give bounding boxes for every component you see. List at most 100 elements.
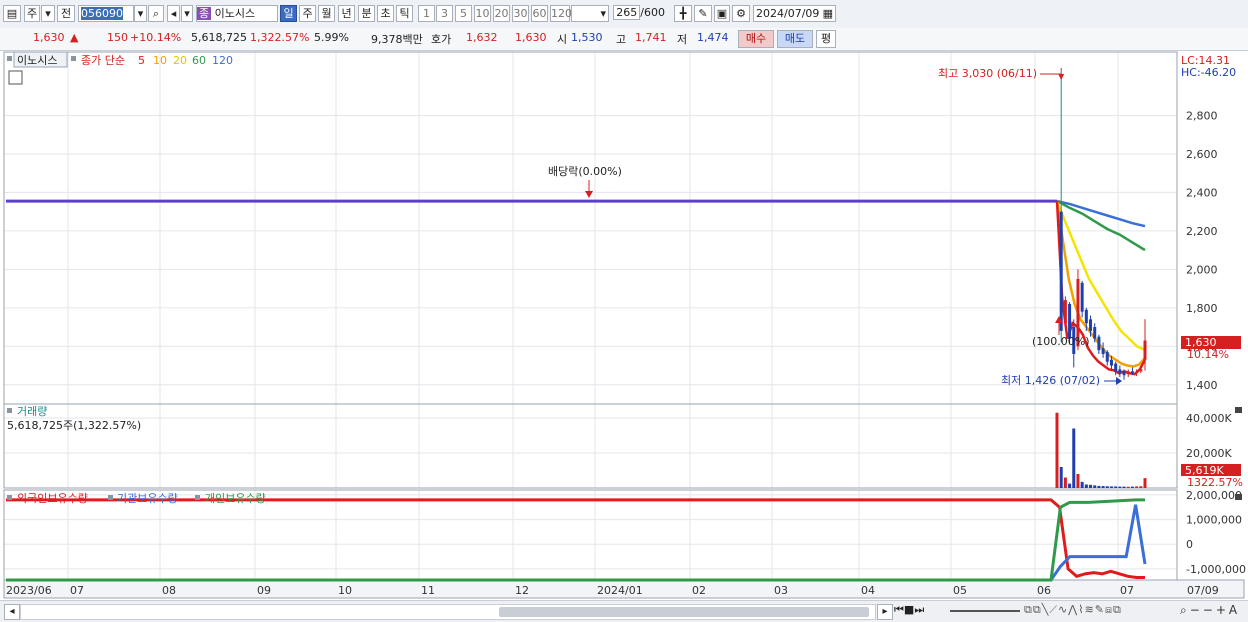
prev-button[interactable]: 전 [57,5,75,22]
volume-bar [1063,477,1067,488]
interval-button-3[interactable]: 3 [436,5,453,22]
chart-menu-icon[interactable]: ▤ [3,5,21,22]
speaker-dropdown-icon[interactable]: ▾ [181,5,193,22]
price: 1,630 [33,31,65,44]
forward-icon[interactable]: ⏭ [914,603,924,616]
candle-type-icon[interactable]: ╋ [674,5,692,22]
volume-panel-menu-icon[interactable] [1235,407,1242,413]
horizontal-scrollbar[interactable] [20,604,876,620]
interval-select[interactable]: ▾ [571,5,609,22]
volume-bar [1135,486,1139,488]
candle-body [1068,303,1072,339]
ma60-line [1056,199,1146,252]
dividend-arrow-head [585,191,593,198]
price-y-tick: 2,400 [1186,186,1218,199]
interval-button-10[interactable]: 10 [474,5,491,22]
candle-body [1135,372,1139,374]
gear-icon[interactable]: ⚙ [732,5,750,22]
candle [1118,365,1122,378]
type-select[interactable]: 주 [24,5,40,22]
zigzag-tool-icon[interactable]: ⋀ [1068,603,1078,616]
x-axis-label: 08 [162,584,176,597]
scroll-left-icon[interactable]: ◂ [4,604,20,620]
candle-body [1118,369,1122,374]
change-pct: +10.14% [130,31,182,44]
wave-tool-icon[interactable]: ∿ [1058,603,1068,616]
code-dropdown-icon[interactable]: ▾ [134,5,147,22]
playback-controls: ⏮■⏭ [894,603,924,617]
volume-bar [1097,485,1101,488]
prev-label: 전 [60,7,72,20]
volume-panel-frame [3,403,1178,489]
period-button-6[interactable]: 틱 [396,5,413,22]
volume-bar [1126,486,1130,488]
zoom-slider[interactable] [950,610,1020,612]
copy2-icon[interactable]: ⧉ [1033,603,1042,616]
zoom-search-icon[interactable]: ⌕ [1180,603,1190,617]
volume-bar [1068,483,1072,488]
period-button-2[interactable]: 월 [318,5,335,22]
date-field[interactable]: 2024/07/09 ▦ [753,5,836,22]
holder-panel-menu-icon[interactable] [1235,494,1242,500]
interval-button-20[interactable]: 20 [493,5,510,22]
interval-button-1[interactable]: 1 [418,5,435,22]
dash-icon[interactable]: − [1203,603,1216,617]
period-button-1[interactable]: 주 [299,5,316,22]
ma-period-120: 120 [212,54,233,67]
scroll-thumb[interactable] [499,607,869,617]
fill-tool-icon[interactable]: ⧉ [1113,603,1122,616]
count-field[interactable]: 265/600 [611,5,667,22]
buy-button[interactable]: 매수 [738,30,774,48]
volume-bar [1093,485,1097,488]
trend-tool-icon[interactable]: ⟋ [1049,603,1058,616]
zoom-in-icon[interactable]: + [1216,603,1229,617]
interval-button-30[interactable]: 30 [512,5,529,22]
stock-name: 이노시스 [214,7,256,20]
candle-body [1101,348,1105,354]
edit-tool-icon[interactable]: ✎ [1095,603,1105,616]
price-panel-frame [3,51,1178,405]
volume-bar [1055,412,1059,488]
fib-tool-icon[interactable]: ≋ [1085,603,1095,616]
zoom-out-icon[interactable]: − [1190,603,1203,617]
save-icon[interactable]: ▣ [714,5,730,22]
holder-legend-square-icon-2 [108,495,113,500]
code-value: 056090 [81,7,123,20]
rewind-icon[interactable]: ⏮ [894,603,904,616]
type-dropdown-icon[interactable]: ▾ [41,5,55,22]
interval-button-60[interactable]: 60 [531,5,548,22]
scroll-right-icon[interactable]: ▸ [877,604,893,620]
candle-body [1084,309,1088,324]
interval-button-5[interactable]: 5 [455,5,472,22]
x-axis-label: 07 [1120,584,1134,597]
candle [1097,334,1101,354]
holder-y-tick: 1,000,000 [1186,514,1242,527]
holder-panel-frame [3,489,1178,581]
stock-name-field[interactable]: 종 이노시스 [196,5,278,22]
search-icon[interactable]: ⌕ [148,5,164,22]
font-size-icon[interactable]: A [1229,603,1240,617]
period-button-3[interactable]: 년 [338,5,355,22]
speaker-icon[interactable]: ◂ [167,5,180,22]
candle [1063,296,1067,328]
layer-tool-icon[interactable]: ⧈ [1105,603,1113,616]
volume-last-pct: 1322.57% [1187,476,1243,489]
stop-icon[interactable]: ■ [904,603,914,616]
draw-tool-icon[interactable]: ✎ [694,5,712,22]
period-button-5[interactable]: 초 [377,5,394,22]
candle-body [1089,319,1093,331]
dividend-annotation: 배당락(0.00%) [548,165,622,178]
holder-y-tick: -1,000,000 [1186,563,1246,576]
interval-button-120[interactable]: 120 [550,5,572,22]
chart-canvas[interactable]: 1,4001,6001,8002,0002,2002,4002,6002,800… [0,50,1248,600]
x-axis-label: 04 [861,584,875,597]
calendar-icon[interactable]: ▦ [823,6,833,21]
period-button-0[interactable]: 일 [280,5,297,22]
volume-bar [1109,486,1113,488]
sell-button[interactable]: 매도 [777,30,813,48]
copy-icon[interactable]: ⧉ [1024,603,1033,616]
period-button-4[interactable]: 분 [358,5,375,22]
code-input[interactable]: 056090 [78,5,134,22]
avg-button[interactable]: 평 [816,30,836,48]
table-toggle-icon[interactable] [8,70,23,85]
